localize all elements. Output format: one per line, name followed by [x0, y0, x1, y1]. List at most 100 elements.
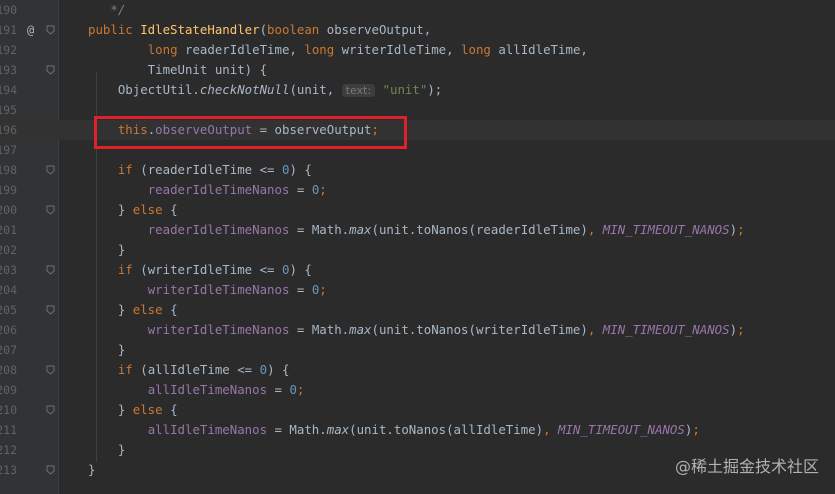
- code-token: }: [88, 442, 126, 457]
- code-token: 0: [259, 362, 268, 377]
- code-line[interactable]: 202 }: [0, 240, 835, 260]
- line-number: 211: [0, 423, 17, 437]
- code-token: = Math.: [289, 222, 350, 237]
- code-token: (unit.toNanos(readerIdleTime): [371, 222, 588, 237]
- code-text: } else {: [88, 400, 178, 420]
- code-token: {: [170, 402, 178, 417]
- code-token: (: [259, 22, 268, 37]
- code-line[interactable]: 198 if (readerIdleTime <= 0) {: [0, 160, 835, 180]
- fold-marker-icon[interactable]: [46, 405, 55, 415]
- code-line[interactable]: 207 }: [0, 340, 835, 360]
- code-token: =: [289, 282, 312, 297]
- code-token: boolean: [267, 22, 327, 37]
- fold-marker-icon[interactable]: [46, 465, 55, 475]
- code-line[interactable]: 201 readerIdleTimeNanos = Math.max(unit.…: [0, 220, 835, 240]
- code-token: long: [461, 42, 499, 57]
- code-token: MIN_TIMEOUT_NANOS: [602, 322, 730, 337]
- fold-marker-icon[interactable]: [46, 365, 55, 375]
- code-text: if (readerIdleTime <= 0) {: [88, 160, 312, 180]
- fold-marker-icon[interactable]: [46, 305, 55, 315]
- code-token: allIdleTimeNanos: [147, 382, 268, 397]
- code-token: ): [729, 322, 738, 337]
- code-line[interactable]: 193 TimeUnit unit) {: [0, 60, 835, 80]
- line-number: 192: [0, 43, 17, 57]
- code-line[interactable]: 208 if (allIdleTime <= 0) {: [0, 360, 835, 380]
- code-line[interactable]: 190 */: [0, 0, 835, 20]
- code-token: long: [147, 42, 185, 57]
- code-token: }: [88, 242, 126, 257]
- code-text: TimeUnit unit) {: [88, 60, 267, 80]
- code-text: if (allIdleTime <= 0) {: [88, 360, 290, 380]
- code-text: }: [88, 440, 125, 460]
- code-token: checkNotNull: [199, 82, 290, 97]
- code-token: observeOutput,: [326, 22, 432, 37]
- fold-marker-icon[interactable]: [46, 65, 55, 75]
- line-number: 200: [0, 203, 17, 217]
- code-line[interactable]: 203 if (writerIdleTime <= 0) {: [0, 260, 835, 280]
- code-token: ObjectUtil.: [88, 82, 200, 97]
- code-text: } else {: [88, 300, 178, 320]
- line-number: 204: [0, 283, 17, 297]
- code-text: writerIdleTimeNanos = 0;: [88, 280, 327, 300]
- code-line[interactable]: 209 allIdleTimeNanos = 0;: [0, 380, 835, 400]
- code-token: ;: [692, 422, 700, 437]
- line-number: 195: [0, 103, 17, 117]
- code-token: ) {: [289, 162, 312, 177]
- code-token: public: [88, 22, 141, 37]
- highlight-annotation-box: [94, 116, 407, 149]
- code-token: ,: [587, 222, 603, 237]
- code-line[interactable]: 211 allIdleTimeNanos = Math.max(unit.toN…: [0, 420, 835, 440]
- code-text: long readerIdleTime, long writerIdleTime…: [88, 40, 588, 60]
- code-line[interactable]: 204 writerIdleTimeNanos = 0;: [0, 280, 835, 300]
- code-text: */: [88, 0, 125, 20]
- code-text: public IdleStateHandler(boolean observeO…: [88, 20, 431, 40]
- code-line[interactable]: 200 } else {: [0, 200, 835, 220]
- code-token: if: [117, 262, 141, 277]
- code-token: max: [349, 222, 372, 237]
- line-number: 197: [0, 143, 17, 157]
- code-line[interactable]: 192 long readerIdleTime, long writerIdle…: [0, 40, 835, 60]
- code-text: } else {: [88, 200, 178, 220]
- code-token: else: [132, 302, 171, 317]
- code-token: max: [349, 322, 372, 337]
- code-line[interactable]: 199 readerIdleTimeNanos = 0;: [0, 180, 835, 200]
- line-number: 206: [0, 323, 17, 337]
- code-text: writerIdleTimeNanos = Math.max(unit.toNa…: [88, 320, 745, 340]
- watermark: @稀土掘金技术社区: [674, 457, 819, 476]
- code-token: ;: [737, 222, 745, 237]
- code-text: allIdleTimeNanos = 0;: [88, 380, 305, 400]
- code-token: {: [170, 202, 178, 217]
- line-number: 210: [0, 403, 17, 417]
- fold-marker-icon[interactable]: [46, 165, 55, 175]
- code-text: }: [88, 240, 125, 260]
- line-number: 190: [0, 3, 17, 17]
- code-token: long: [304, 42, 342, 57]
- code-text: readerIdleTimeNanos = Math.max(unit.toNa…: [88, 220, 745, 240]
- code-token: ;: [737, 322, 745, 337]
- fold-marker-icon[interactable]: [46, 205, 55, 215]
- code-token: (allIdleTime <=: [140, 362, 260, 377]
- code-text: allIdleTimeNanos = Math.max(unit.toNanos…: [88, 420, 700, 440]
- code-line[interactable]: 205 } else {: [0, 300, 835, 320]
- code-token: ;: [319, 282, 327, 297]
- code-token: (unit.toNanos(allIdleTime): [349, 422, 544, 437]
- fold-marker-icon[interactable]: [46, 265, 55, 275]
- fold-marker-icon[interactable]: [46, 25, 55, 35]
- override-marker-icon[interactable]: @: [27, 20, 34, 40]
- code-line[interactable]: 191 @ public IdleStateHandler(boolean obse…: [0, 20, 835, 40]
- code-token: = Math.: [267, 422, 327, 437]
- code-line[interactable]: 206 writerIdleTimeNanos = Math.max(unit.…: [0, 320, 835, 340]
- code-line[interactable]: 210 } else {: [0, 400, 835, 420]
- code-token: readerIdleTimeNanos: [147, 222, 290, 237]
- line-number: 196: [0, 123, 17, 137]
- code-token: ) {: [267, 362, 290, 377]
- line-number: 208: [0, 363, 17, 377]
- code-token: }: [88, 462, 96, 477]
- line-number: 201: [0, 223, 17, 237]
- code-text: ObjectUtil.checkNotNull(unit, text: "uni…: [88, 80, 442, 101]
- code-line[interactable]: 194 ObjectUtil.checkNotNull(unit, text: …: [0, 80, 835, 100]
- code-token: else: [132, 202, 171, 217]
